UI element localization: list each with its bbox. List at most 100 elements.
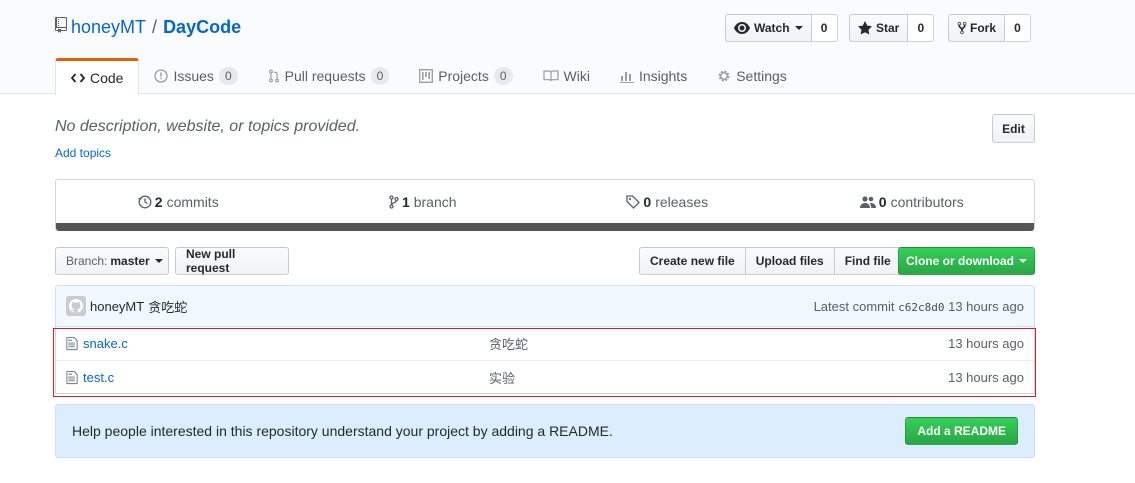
contributors-link[interactable]: 0 contributors xyxy=(790,180,1035,223)
branch-icon xyxy=(389,194,399,209)
numbers-summary: 2 commits 1 branch 0 releases 0 contribu… xyxy=(55,179,1035,231)
releases-link[interactable]: 0 releases xyxy=(545,180,790,223)
star-button[interactable]: Star xyxy=(849,14,909,42)
gear-icon xyxy=(717,69,731,83)
commits-count: 2 xyxy=(154,193,163,210)
tab-pull-requests[interactable]: Pull requests 0 xyxy=(253,58,405,94)
tab-label: Settings xyxy=(736,68,787,84)
commit-message[interactable]: 贪吃蛇 xyxy=(148,297,187,316)
commits-link[interactable]: 2 commits xyxy=(56,180,301,223)
star-icon xyxy=(858,21,872,35)
file-link[interactable]: test.c xyxy=(83,370,114,385)
releases-label: releases xyxy=(655,193,709,210)
history-icon xyxy=(137,195,152,209)
branches-link[interactable]: 1 branch xyxy=(301,180,546,223)
tab-label: Code xyxy=(90,70,124,86)
table-row: test.c 实验 13 hours ago xyxy=(56,360,1034,393)
repo-icon xyxy=(55,17,67,38)
latest-commit-bar: honeyMT 贪吃蛇 Latest commit c62c8d0 13 hou… xyxy=(55,285,1035,327)
star-action: Star 0 xyxy=(849,14,935,42)
repo-title-separator: / xyxy=(152,17,158,37)
readme-prompt-text: Help people interested in this repositor… xyxy=(72,423,613,439)
commits-label: commits xyxy=(166,193,219,210)
watch-action: Watch 0 xyxy=(725,14,838,42)
file-actions-group: Create new file Upload files Find file xyxy=(639,247,902,275)
releases-count: 0 xyxy=(643,193,652,210)
eye-icon xyxy=(734,22,750,34)
tab-settings[interactable]: Settings xyxy=(702,58,802,94)
fork-count[interactable]: 0 xyxy=(1005,14,1032,42)
tab-label: Wiki xyxy=(563,68,590,84)
clone-label: Clone or download xyxy=(906,254,1014,268)
language-bar[interactable] xyxy=(56,223,1034,231)
commit-age: 13 hours ago xyxy=(948,298,1024,314)
pull-request-icon xyxy=(268,69,280,83)
tag-icon xyxy=(626,194,641,209)
tab-label: Issues xyxy=(173,68,214,84)
file-name-cell: snake.c xyxy=(66,336,489,351)
fork-button[interactable]: Fork xyxy=(948,14,1006,42)
fork-icon xyxy=(957,21,967,35)
avatar[interactable] xyxy=(66,296,86,316)
files-table: snake.c 贪吃蛇 13 hours ago test.c 实验 13 ho… xyxy=(55,327,1035,394)
new-pull-request-button[interactable]: New pull request xyxy=(175,247,289,275)
people-icon xyxy=(859,195,876,209)
watch-button[interactable]: Watch xyxy=(725,14,812,42)
branches-count: 1 xyxy=(401,193,410,210)
branches-label: branch xyxy=(413,193,457,210)
tab-label: Pull requests xyxy=(284,68,366,84)
repo-owner-link[interactable]: honeyMT xyxy=(71,17,146,38)
contributors-label: contributors xyxy=(890,193,964,210)
tab-projects[interactable]: Projects 0 xyxy=(404,58,527,94)
fork-action: Fork 0 xyxy=(948,14,1032,42)
readme-prompt: Help people interested in this repositor… xyxy=(55,404,1035,458)
commit-author[interactable]: honeyMT xyxy=(90,299,144,314)
repo-nav-tabs: Code Issues 0 Pull requests 0 Projects 0 xyxy=(55,58,802,95)
tab-label: Projects xyxy=(438,68,489,84)
file-commit-message[interactable]: 贪吃蛇 xyxy=(489,334,948,353)
tab-issues[interactable]: Issues 0 xyxy=(139,58,252,94)
chevron-down-icon xyxy=(154,259,163,263)
repo-name-link[interactable]: DayCode xyxy=(163,17,241,38)
branch-select-button[interactable]: Branch: master xyxy=(55,247,169,275)
branch-prefix: Branch: xyxy=(66,254,108,268)
graph-icon xyxy=(619,69,634,83)
table-row: snake.c 贪吃蛇 13 hours ago xyxy=(56,327,1034,360)
file-commit-message[interactable]: 实验 xyxy=(489,368,948,387)
code-icon xyxy=(71,73,85,83)
file-age: 13 hours ago xyxy=(948,369,1024,385)
issues-counter: 0 xyxy=(218,67,238,85)
star-count[interactable]: 0 xyxy=(908,14,935,42)
watch-label: Watch xyxy=(754,21,790,35)
clone-or-download-button[interactable]: Clone or download xyxy=(898,247,1035,275)
file-link[interactable]: snake.c xyxy=(83,336,128,351)
edit-description-button[interactable]: Edit xyxy=(992,114,1035,143)
fork-label: Fork xyxy=(970,21,997,35)
star-label: Star xyxy=(876,21,900,35)
repo-header: honeyMT / DayCode Watch 0 Star 0 Fork 0 … xyxy=(0,0,1135,95)
projects-counter: 0 xyxy=(493,67,513,85)
tab-wiki[interactable]: Wiki xyxy=(528,58,605,94)
book-icon xyxy=(542,70,559,82)
tab-insights[interactable]: Insights xyxy=(605,58,702,94)
repo-title: honeyMT / DayCode xyxy=(55,17,241,38)
file-age: 13 hours ago xyxy=(948,336,1024,351)
latest-commit-prefix: Latest commit xyxy=(813,298,895,314)
watch-count[interactable]: 0 xyxy=(811,14,838,42)
issue-icon xyxy=(154,69,169,83)
pull-requests-counter: 0 xyxy=(370,67,390,85)
find-file-button[interactable]: Find file xyxy=(833,247,902,275)
file-name-cell: test.c xyxy=(66,370,489,385)
chevron-down-icon xyxy=(1019,259,1027,263)
add-readme-button[interactable]: Add a README xyxy=(905,417,1018,445)
branch-name: master xyxy=(110,254,150,268)
project-icon xyxy=(419,69,434,83)
create-new-file-button[interactable]: Create new file xyxy=(639,247,746,275)
latest-commit-info: Latest commit c62c8d0 13 hours ago xyxy=(814,299,1024,314)
add-topics-link[interactable]: Add topics xyxy=(55,146,111,160)
chevron-down-icon xyxy=(794,26,803,30)
commit-sha-link[interactable]: c62c8d0 xyxy=(898,301,944,314)
tab-code[interactable]: Code xyxy=(55,58,140,95)
upload-files-button[interactable]: Upload files xyxy=(744,247,835,275)
tab-label: Insights xyxy=(638,68,688,84)
